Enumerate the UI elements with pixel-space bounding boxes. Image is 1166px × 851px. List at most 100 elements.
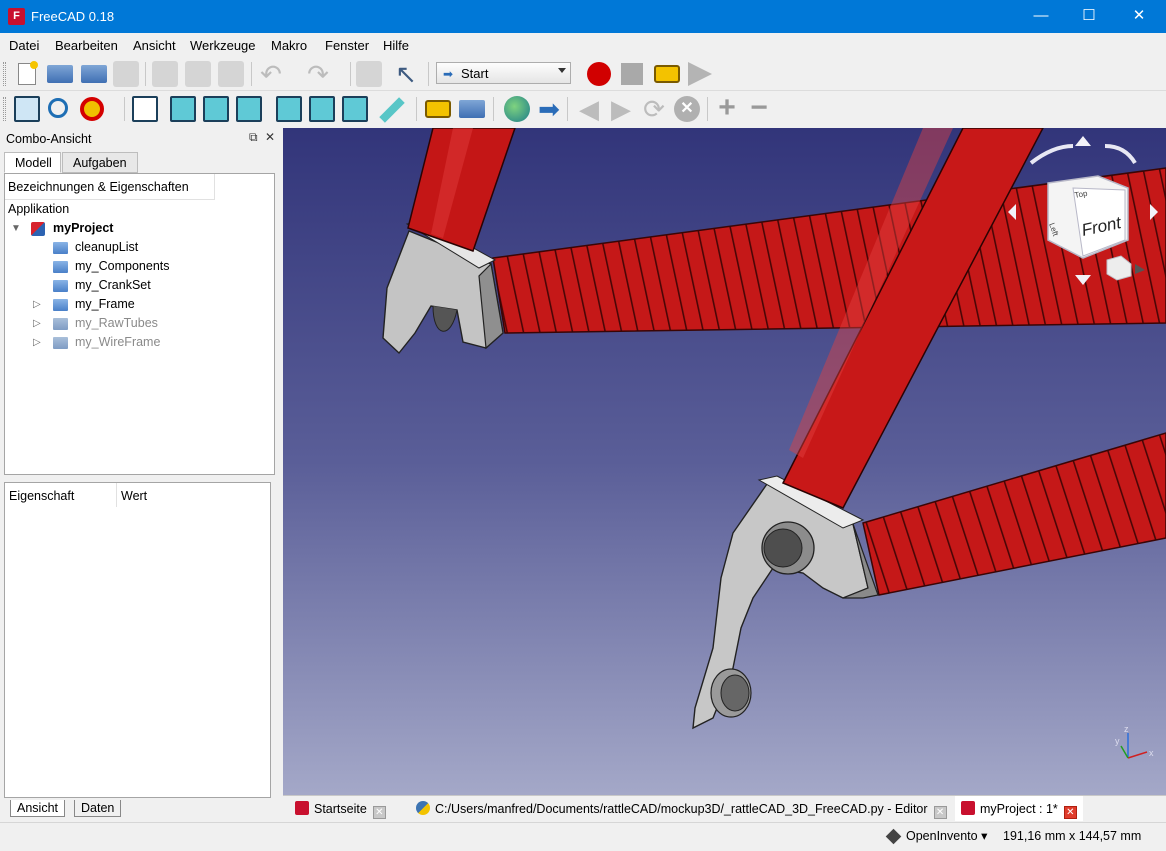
menu-fenster[interactable]: Fenster — [325, 38, 369, 53]
tab-python-editor[interactable]: C:/Users/manfred/Documents/rattleCAD/moc… — [410, 796, 953, 821]
refresh-icon[interactable] — [356, 61, 382, 87]
toolbar-grip[interactable] — [3, 62, 6, 86]
collapse-arrow-icon[interactable]: ▷ — [33, 318, 41, 329]
collapse-arrow-icon[interactable]: ▷ — [33, 299, 41, 310]
tree-item-my-crankset[interactable]: my_CrankSet — [75, 278, 151, 297]
file-toolbar: ↶ ↷ ↖ — [0, 57, 1166, 91]
copy-icon[interactable] — [185, 61, 211, 87]
menu-bar: Datei Bearbeiten Ansicht Werkzeuge Makro… — [0, 33, 1166, 57]
value-column-header[interactable]: Wert — [117, 483, 197, 507]
create-group-icon[interactable] — [459, 100, 485, 118]
record-macro-icon[interactable] — [587, 62, 611, 86]
maximize-button[interactable]: ☐ — [1066, 0, 1112, 33]
panel-title: Combo-Ansicht — [6, 132, 92, 146]
create-part-icon[interactable] — [425, 100, 451, 118]
open-url-icon[interactable]: ➡ — [536, 96, 562, 122]
3d-view[interactable]: Front Top Left z x y — [283, 128, 1166, 795]
freecad-icon — [961, 801, 975, 815]
project-icon — [31, 222, 45, 236]
reload-icon[interactable]: ⟳ — [641, 96, 667, 122]
measure-distance-icon[interactable] — [379, 97, 405, 123]
expand-arrow-icon[interactable]: ▼ — [11, 223, 21, 234]
tree-item-cleanuplist[interactable]: cleanupList — [75, 240, 138, 259]
redo-icon[interactable]: ↷ — [305, 61, 331, 87]
toolbar-grip[interactable] — [3, 97, 6, 121]
zoom-in-icon[interactable]: + — [714, 93, 740, 123]
save-as-icon[interactable] — [113, 61, 139, 87]
isometric-view-icon[interactable] — [132, 96, 158, 122]
menu-datei[interactable]: Datei — [9, 38, 39, 53]
dimension-readout: 191,16 mm x 144,57 mm — [1003, 829, 1142, 843]
menu-makro[interactable]: Makro — [271, 38, 307, 53]
tab-startseite[interactable]: Startseite ✕ — [289, 796, 392, 821]
menu-bearbeiten[interactable]: Bearbeiten — [55, 38, 118, 53]
web-globe-icon[interactable] — [504, 96, 530, 122]
back-icon[interactable]: ◀ — [576, 96, 602, 122]
right-view-icon[interactable] — [236, 96, 262, 122]
front-view-icon[interactable] — [170, 96, 196, 122]
menu-ansicht[interactable]: Ansicht — [133, 38, 176, 53]
menu-werkzeuge[interactable]: Werkzeuge — [190, 38, 256, 53]
whats-this-icon[interactable]: ↖ — [393, 61, 419, 87]
svg-text:z: z — [1124, 724, 1129, 734]
navigation-style-button[interactable]: OpenInvento ▾ — [880, 828, 987, 848]
collapse-arrow-icon[interactable]: ▷ — [33, 337, 41, 348]
toolbar-separator — [416, 97, 417, 121]
fit-selection-icon[interactable] — [48, 98, 68, 118]
close-tab-icon[interactable]: ✕ — [372, 806, 386, 819]
toolbar-separator — [145, 62, 146, 86]
view-toolbar: ➡ ◀ ▶ ⟳ ✕ + − — [0, 92, 1166, 128]
close-tab-icon[interactable]: ✕ — [933, 806, 947, 819]
left-view-icon[interactable] — [342, 96, 368, 122]
toolbar-separator — [251, 62, 252, 86]
tab-aufgaben[interactable]: Aufgaben — [62, 152, 138, 173]
stop-macro-icon[interactable] — [621, 63, 643, 85]
forward-icon[interactable]: ▶ — [608, 96, 634, 122]
fit-all-icon[interactable] — [14, 96, 40, 122]
rear-view-icon[interactable] — [276, 96, 302, 122]
tree-item-my-wireframe[interactable]: my_WireFrame — [75, 335, 160, 354]
toolbar-separator — [493, 97, 494, 121]
bottom-view-icon[interactable] — [309, 96, 335, 122]
draw-style-icon[interactable] — [80, 97, 104, 121]
minimize-button[interactable]: — — [1018, 0, 1064, 33]
document-tabs: Startseite ✕ C:/Users/manfred/Documents/r… — [283, 795, 1166, 821]
folder-icon — [53, 299, 68, 311]
close-panel-icon[interactable]: ✕ — [265, 130, 275, 144]
close-button[interactable]: ✕ — [1116, 0, 1162, 33]
property-column-header[interactable]: Eigenschaft — [5, 483, 117, 507]
tab-modell[interactable]: Modell — [4, 152, 61, 173]
tab-startseite-label: Startseite — [314, 802, 367, 816]
menu-hilfe[interactable]: Hilfe — [383, 38, 409, 53]
folder-icon — [53, 280, 68, 292]
float-panel-icon[interactable]: ⧉ — [249, 130, 258, 145]
stop-loading-icon[interactable]: ✕ — [674, 96, 700, 122]
paste-icon[interactable] — [218, 61, 244, 87]
title-bar: F FreeCAD 0.18 — ☐ ✕ — [0, 0, 1166, 33]
folder-icon — [53, 318, 68, 330]
status-bar: OpenInvento ▾ 191,16 mm x 144,57 mm — [0, 822, 1166, 851]
close-tab-icon[interactable]: ✕ — [1063, 806, 1077, 819]
tab-myproject[interactable]: myProject : 1* ✕ — [955, 796, 1083, 821]
edit-macro-icon[interactable] — [654, 65, 680, 83]
3d-scene[interactable]: Front Top Left z x y — [283, 128, 1166, 795]
run-macro-icon[interactable] — [688, 62, 712, 86]
tab-ansicht[interactable]: Ansicht — [10, 800, 65, 817]
tree-item-myproject[interactable]: myProject — [53, 221, 113, 240]
tree-item-my-rawtubes[interactable]: my_RawTubes — [75, 316, 158, 335]
axis-cross-icon: z x y — [1115, 724, 1154, 759]
tree-item-my-components[interactable]: my_Components — [75, 259, 170, 278]
undo-icon[interactable]: ↶ — [258, 61, 284, 87]
workbench-select[interactable]: ➡ Start — [436, 62, 571, 84]
tree-item-my-frame[interactable]: my_Frame — [75, 297, 135, 316]
top-view-icon[interactable] — [203, 96, 229, 122]
arrow-right-icon: ➡ — [443, 67, 454, 81]
new-document-icon[interactable] — [18, 61, 38, 85]
save-icon[interactable] — [81, 65, 107, 83]
property-view: Eigenschaft Wert — [4, 482, 271, 798]
cut-icon[interactable] — [152, 61, 178, 87]
zoom-out-icon[interactable]: − — [746, 93, 772, 123]
freecad-icon — [295, 801, 309, 815]
tab-daten[interactable]: Daten — [74, 800, 122, 817]
open-folder-icon[interactable] — [47, 65, 73, 83]
